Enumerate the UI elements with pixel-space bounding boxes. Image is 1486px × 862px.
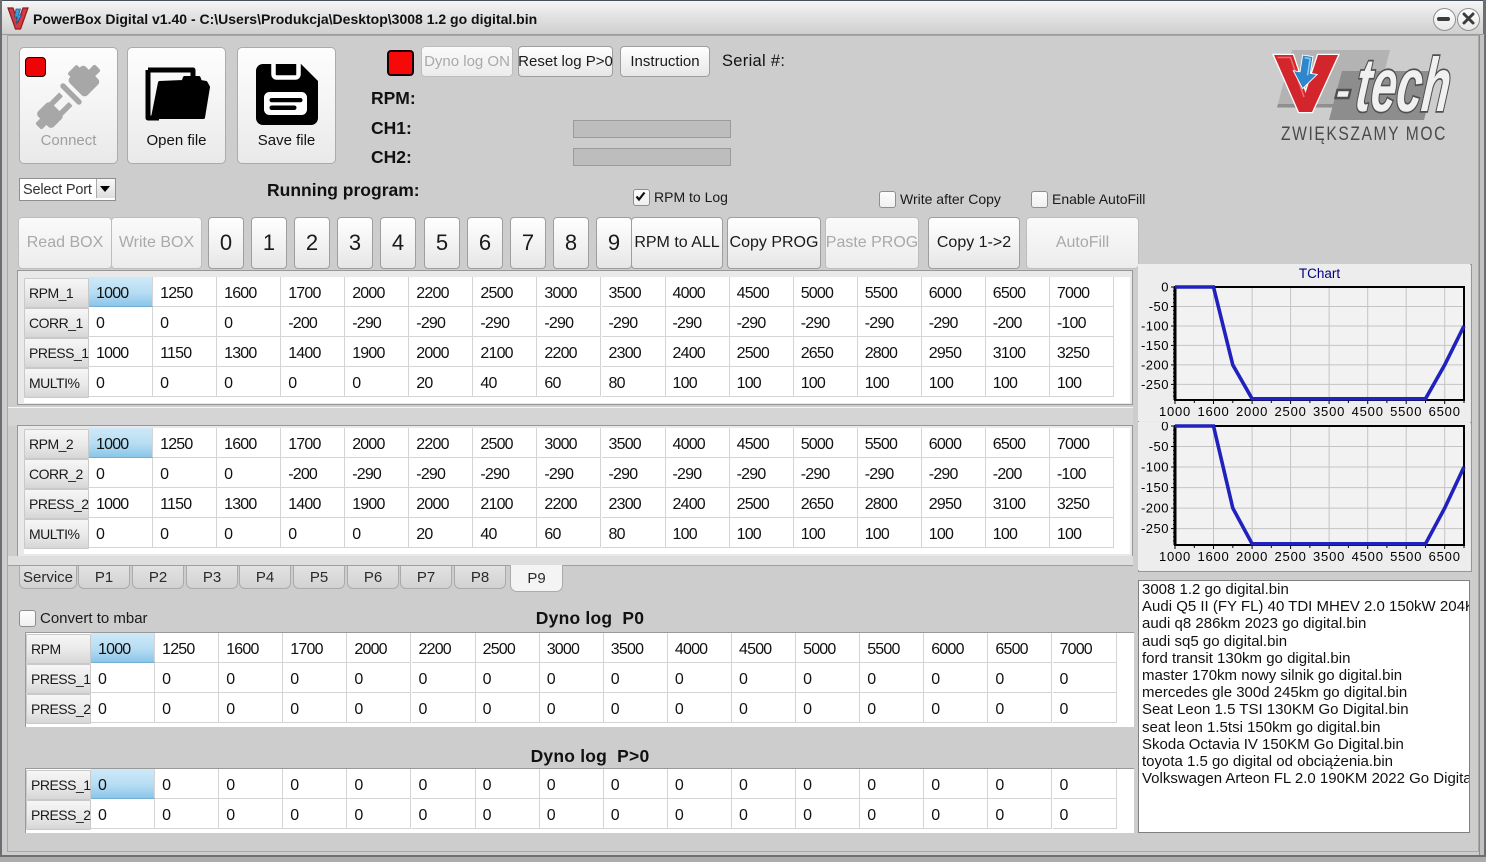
svg-text:6500: 6500 (1429, 549, 1461, 564)
svg-text:4500: 4500 (1352, 404, 1384, 419)
svg-text:2000: 2000 (1236, 404, 1268, 419)
svg-text:5500: 5500 (1390, 404, 1422, 419)
svg-text:1600: 1600 (1197, 549, 1229, 564)
svg-text:-200: -200 (1141, 357, 1169, 372)
svg-text:2500: 2500 (1275, 549, 1307, 564)
svg-text:-50: -50 (1149, 299, 1169, 314)
svg-text:1600: 1600 (1197, 404, 1229, 419)
svg-text:3500: 3500 (1313, 549, 1345, 564)
svg-text:-100: -100 (1141, 319, 1169, 334)
svg-text:TChart: TChart (1299, 266, 1341, 281)
svg-text:6500: 6500 (1429, 404, 1461, 419)
svg-text:2000: 2000 (1236, 549, 1268, 564)
svg-text:0: 0 (1161, 422, 1169, 434)
svg-text:2500: 2500 (1275, 404, 1307, 419)
svg-text:-200: -200 (1141, 501, 1169, 516)
svg-text:3500: 3500 (1313, 404, 1345, 419)
svg-text:5500: 5500 (1390, 549, 1422, 564)
svg-text:0: 0 (1161, 280, 1169, 295)
svg-text:-150: -150 (1141, 338, 1169, 353)
svg-text:1000: 1000 (1159, 404, 1191, 419)
svg-text:-100: -100 (1141, 460, 1169, 475)
svg-text:tech: tech (1352, 43, 1455, 128)
svg-text:4500: 4500 (1352, 549, 1384, 564)
svg-text:-250: -250 (1141, 521, 1169, 536)
svg-text:-50: -50 (1149, 439, 1169, 454)
svg-text:-250: -250 (1141, 377, 1169, 392)
svg-text:ZWIĘKSZAMY MOC: ZWIĘKSZAMY MOC (1281, 123, 1447, 145)
svg-text:-150: -150 (1141, 480, 1169, 495)
svg-text:1000: 1000 (1159, 549, 1191, 564)
